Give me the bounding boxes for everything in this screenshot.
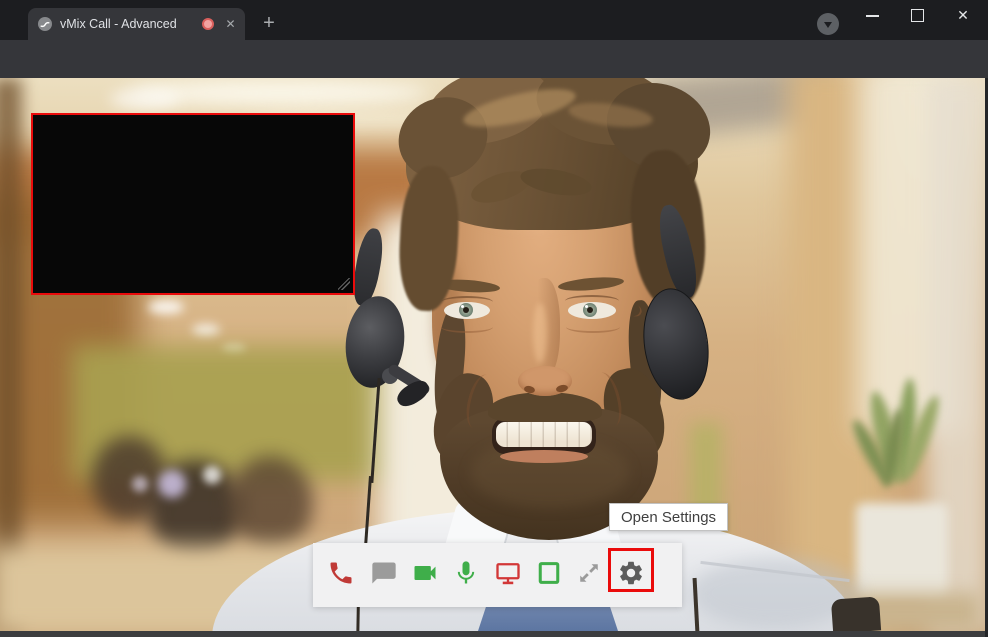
browser-window: vMix Call - Advanced ✕ + ✕ advanced.vmix… (0, 0, 988, 637)
window-maximize-button[interactable] (911, 9, 924, 22)
screen-share-button[interactable] (494, 559, 522, 587)
remote-video-feed: Open Settings (0, 78, 988, 631)
resize-handle[interactable] (338, 278, 350, 290)
browser-toolbar: advanced.vmixcall.com/call.htm?Key=12345… (0, 40, 988, 78)
tab-search-button[interactable] (817, 13, 839, 35)
layout-button[interactable] (535, 559, 563, 587)
local-preview[interactable] (31, 113, 355, 295)
chevron-down-icon (824, 22, 832, 28)
browser-tab[interactable]: vMix Call - Advanced ✕ (28, 8, 245, 40)
vmix-favicon-icon (38, 17, 52, 31)
tab-title: vMix Call - Advanced (60, 17, 177, 31)
window-close-button[interactable]: ✕ (954, 6, 972, 24)
chair-back (831, 596, 881, 631)
fullscreen-button[interactable] (575, 559, 603, 587)
call-control-bar (313, 543, 682, 607)
tab-strip: vMix Call - Advanced ✕ + ✕ (0, 0, 988, 40)
camera-button[interactable] (411, 559, 439, 587)
window-minimize-button[interactable] (866, 15, 879, 17)
settings-highlight-box (608, 548, 654, 592)
microphone-button[interactable] (452, 559, 480, 587)
new-tab-button[interactable]: + (257, 12, 281, 36)
recording-indicator-icon (202, 18, 214, 30)
page-bottom-strip (0, 631, 988, 637)
tooltip: Open Settings (609, 503, 728, 531)
tab-close-button[interactable]: ✕ (223, 17, 238, 32)
hang-up-button[interactable] (327, 559, 355, 587)
chat-button[interactable] (370, 559, 398, 587)
